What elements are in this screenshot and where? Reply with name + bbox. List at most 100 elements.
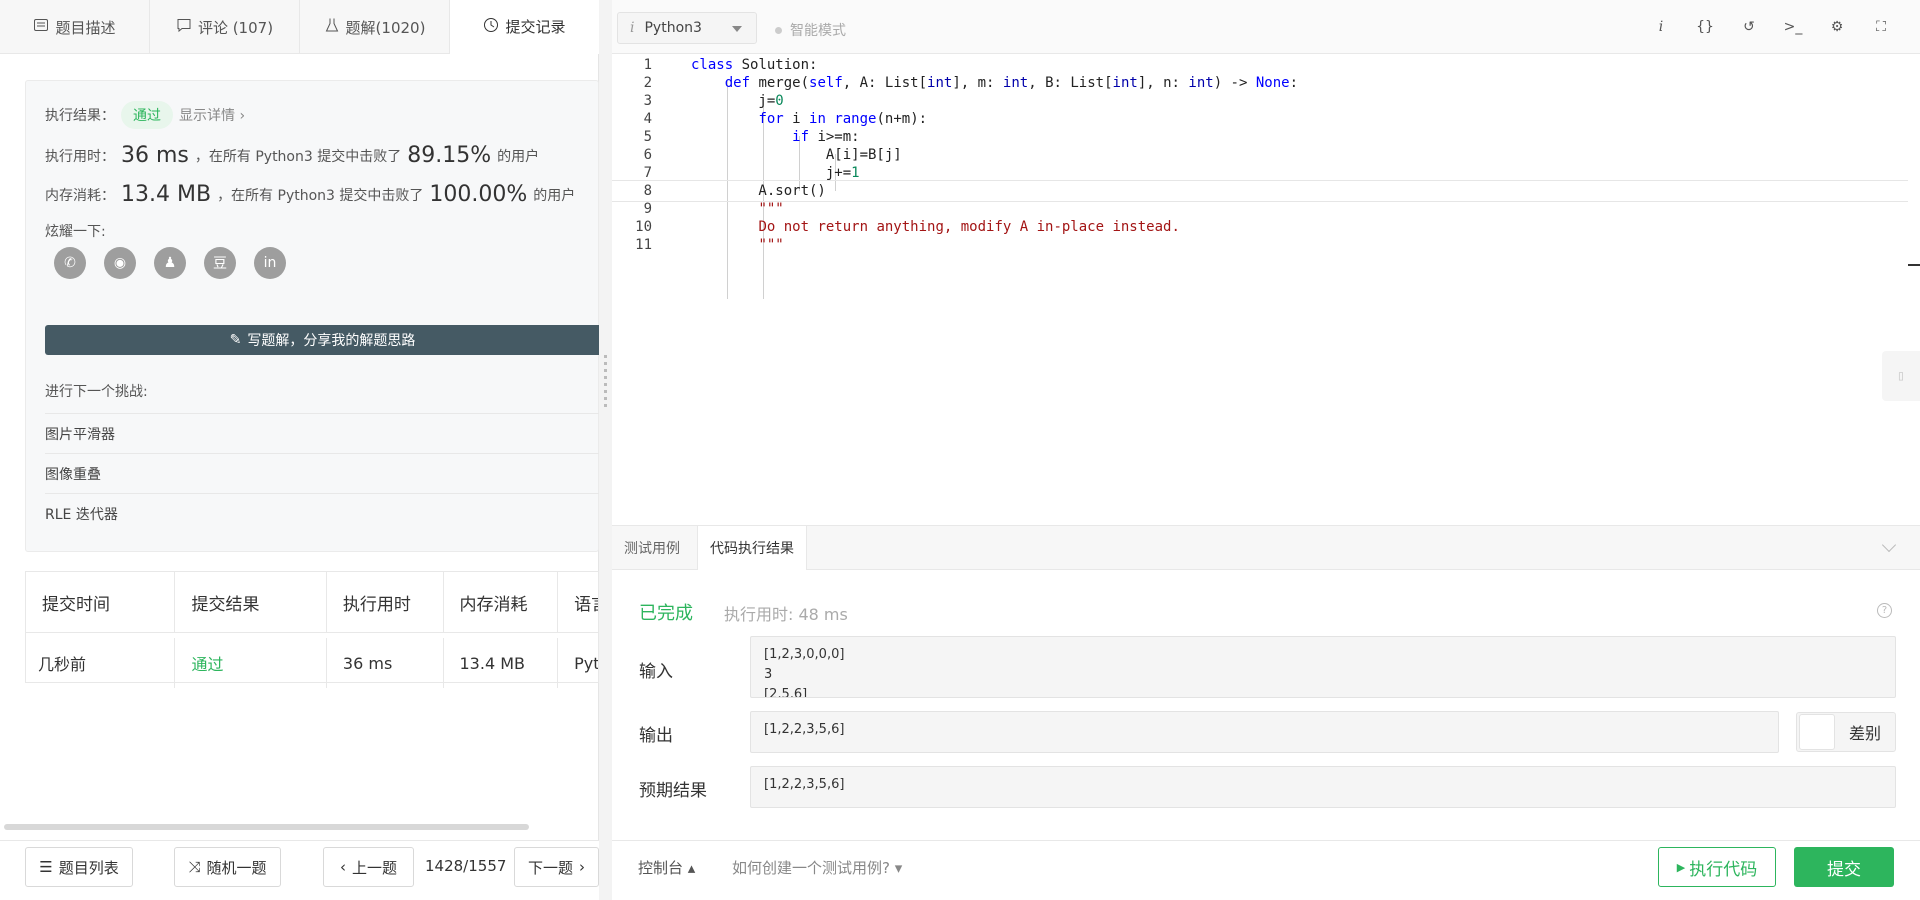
status-badge: 通过 <box>121 101 173 129</box>
prev-problem-button[interactable]: ‹ 上一题 <box>323 847 414 887</box>
code-text: """ <box>758 237 784 253</box>
next-problem-label: 下一题 <box>527 858 573 877</box>
douban-icon[interactable]: 豆 <box>204 247 236 279</box>
next-challenge-title: 进行下一个挑战: <box>45 384 148 400</box>
problem-list-button[interactable]: ☰ 题目列表 <box>25 847 133 887</box>
output-box: [1,2,2,3,5,6] <box>750 711 1779 753</box>
line-number: 5 <box>643 129 652 145</box>
random-problem-label: 随机一题 <box>206 858 267 877</box>
tab-solutions[interactable]: 题解(1020) <box>300 0 450 54</box>
runtime-mid: ，在所有 Python3 提交中击败了 <box>194 148 402 165</box>
next-challenge-item[interactable]: 图片平滑器 <box>45 413 600 453</box>
diff-toggle[interactable]: 差别 <box>1796 712 1896 752</box>
info-italic-icon[interactable]: i <box>1652 18 1670 36</box>
memory-suffix: 的用户 <box>533 187 576 204</box>
col-header-language: 语言 <box>574 594 598 615</box>
panel-splitter[interactable] <box>599 0 612 900</box>
line-number: 6 <box>643 147 652 163</box>
col-header-memory: 内存消耗 <box>444 572 559 632</box>
runtime-value: 36 ms <box>121 143 189 168</box>
pager-indicator: 1428/1557 <box>425 857 507 875</box>
qq-icon[interactable]: ♟ <box>154 247 186 279</box>
line-number: 3 <box>643 93 652 109</box>
runtime-label: 执行用时： <box>45 148 115 165</box>
code-line: 11 """ <box>612 234 1908 256</box>
diff-switch[interactable] <box>1799 714 1835 750</box>
tab-submissions[interactable]: 提交记录 <box>450 0 600 54</box>
runtime-suffix: 的用户 <box>497 148 540 165</box>
terminal-icon[interactable]: >_ <box>1784 18 1803 36</box>
run-code-button[interactable]: ▶ 执行代码 <box>1658 847 1776 887</box>
tab-description[interactable]: 题目描述 <box>0 0 150 54</box>
line-number: 10 <box>635 219 652 235</box>
weibo-icon[interactable]: ◉ <box>104 247 136 279</box>
cell-runtime: 36 ms <box>327 638 444 688</box>
reset-icon[interactable]: ↺ <box>1740 18 1758 36</box>
app: 题目描述 评论 (107) 题解(1020) 提交记录 执行结果： 通过 显示详… <box>0 0 1920 900</box>
cell-language: Python3 <box>574 653 599 673</box>
scrollbar-marker <box>1908 264 1920 266</box>
language-select[interactable]: i Python3 <box>617 12 757 44</box>
write-solution-label: 写题解，分享我的解题思路 <box>247 333 416 349</box>
fullscreen-icon[interactable]: ⛶ <box>1872 18 1890 36</box>
chevron-down-icon <box>732 26 742 32</box>
memory-value: 13.4 MB <box>121 182 212 207</box>
next-challenge-item[interactable]: 图像重叠 <box>45 453 600 493</box>
random-problem-button[interactable]: ⤨ 随机一题 <box>174 847 281 887</box>
code-text: j+=1 <box>691 165 860 181</box>
input-label: 输入 <box>639 662 673 682</box>
smart-mode-toggle[interactable]: 智能模式 <box>775 20 846 40</box>
submit-button[interactable]: 提交 <box>1794 847 1894 887</box>
left-panel: 题目描述 评论 (107) 题解(1020) 提交记录 执行结果： 通过 显示详… <box>0 0 600 900</box>
code-text: j=0 <box>691 93 784 109</box>
console-toggle[interactable]: 控制台 ▴ <box>638 857 695 878</box>
format-braces-icon[interactable]: {} <box>1696 18 1714 36</box>
memory-label: 内存消耗： <box>45 187 115 204</box>
next-challenge-item[interactable]: RLE 迭代器 <box>45 493 600 533</box>
horizontal-scrollbar[interactable] <box>4 824 529 830</box>
input-line: 3 <box>764 667 773 682</box>
col-header-result: 提交结果 <box>175 572 327 632</box>
collapse-chevron-icon[interactable] <box>1881 537 1897 553</box>
tab-comments[interactable]: 评论 (107) <box>150 0 300 54</box>
play-icon: ▶ <box>1676 860 1686 874</box>
settings-icon[interactable]: ⚙ <box>1828 18 1846 36</box>
help-icon[interactable]: ? <box>1877 603 1892 618</box>
code-editor[interactable]: 1 class Solution: 2 def merge(self, A: Li… <box>612 54 1920 524</box>
code-text: class Solution: <box>691 57 818 73</box>
table-row: 几秒前 通过 36 ms 13.4 MB Python3 <box>26 633 598 693</box>
code-text: A.sort() <box>691 183 826 199</box>
wechat-icon[interactable]: ✆ <box>54 247 86 279</box>
input-box[interactable]: [1,2,3,0,0,0] 3 [2,5,6] <box>750 636 1896 698</box>
code-text: Do not return anything, modify A in-plac… <box>758 219 1180 235</box>
linkedin-icon[interactable]: in <box>254 247 286 279</box>
code-text: """ <box>758 201 784 217</box>
next-problem-button[interactable]: 下一题 › <box>514 847 599 887</box>
run-status: 已完成 <box>639 603 693 624</box>
show-details-link[interactable]: 显示详情 › <box>179 105 245 125</box>
code-text: A[i]=B[j] <box>691 147 902 163</box>
code-text: for i in range(n+m): <box>758 111 928 127</box>
runtime-percent: 89.15% <box>407 143 492 168</box>
line-number: 7 <box>643 165 652 181</box>
chevron-right-icon: › <box>579 858 585 876</box>
expected-label: 预期结果 <box>639 781 707 801</box>
howto-testcase-link[interactable]: 如何创建一个测试用例? ▾ <box>732 857 902 878</box>
tab-run-result[interactable]: 代码执行结果 <box>697 526 807 570</box>
chevron-left-icon: ‹ <box>339 858 346 876</box>
tab-testcase[interactable]: 测试用例 <box>612 526 692 570</box>
language-value: Python3 <box>644 20 702 36</box>
share-buttons: ✆ ◉ ♟ 豆 in <box>54 247 286 279</box>
code-text: def merge(self, A: List[int], m: int, B:… <box>724 75 1298 91</box>
input-line: [1,2,3,0,0,0] <box>764 647 845 662</box>
drag-handle-icon[interactable] <box>604 355 607 410</box>
write-solution-button[interactable]: ✎ 写题解，分享我的解题思路 <box>45 325 600 355</box>
notes-icon[interactable]: ▯ <box>1882 351 1920 401</box>
run-code-label: 执行代码 <box>1689 859 1758 880</box>
right-panel: i Python3 智能模式 i {} ↺ >_ ⚙ ⛶ 1 class Sol… <box>612 0 1920 900</box>
shuffle-icon: ⤨ <box>188 858 201 876</box>
problem-tabs: 题目描述 评论 (107) 题解(1020) 提交记录 <box>0 0 600 54</box>
table-header: 提交时间 提交结果 执行用时 内存消耗 语言 <box>26 572 598 633</box>
cell-result-link[interactable]: 通过 <box>175 638 327 688</box>
smart-mode-dot-icon <box>775 26 782 34</box>
